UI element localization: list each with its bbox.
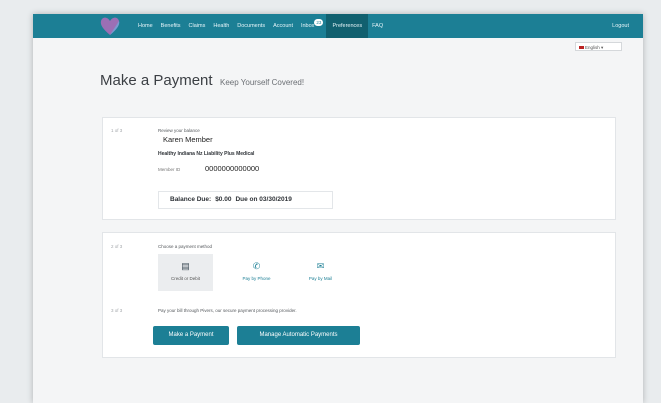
plan-name: Healthy Indiana Nz Liability Plus Medica… <box>158 151 255 157</box>
nav-home[interactable]: Home <box>134 23 157 29</box>
main-nav: Home Benefits Claims Health Documents Ac… <box>134 14 387 38</box>
method-label: Pay by Mail <box>308 276 333 281</box>
screenshot-frame: Home Benefits Claims Health Documents Ac… <box>0 0 661 403</box>
page-title-row: Make a Payment Keep Yourself Covered! <box>100 72 304 90</box>
method-credit-debit[interactable]: ▤ Credit or Debit <box>158 254 213 291</box>
method-phone[interactable]: ✆ Pay by Phone <box>229 254 284 291</box>
chevron-down-icon: ▾ <box>599 45 604 50</box>
nav-documents[interactable]: Documents <box>233 23 269 29</box>
method-mail[interactable]: ✉ Pay by Mail <box>293 254 348 291</box>
credit-card-icon: ▤ <box>181 261 190 271</box>
nav-inbox[interactable]: Inbox 23 <box>297 19 324 29</box>
phone-icon: ✆ <box>252 261 261 271</box>
make-payment-button[interactable]: Make a Payment <box>153 326 229 345</box>
nav-health[interactable]: Health <box>209 23 233 29</box>
step-prompt: Choose a payment method <box>158 244 213 249</box>
step-prompt: Pay your bill through Pivers, our secure… <box>158 308 297 313</box>
member-id-label: Member ID <box>158 167 181 172</box>
method-label: Credit or Debit <box>170 276 200 281</box>
logout-link[interactable]: Logout <box>612 14 629 38</box>
balance-label: Balance Due: <box>170 196 212 203</box>
balance-box: Balance Due: $0.00 Due on 03/30/2019 <box>158 191 333 209</box>
step-indicator: 2 of 3 <box>111 244 123 249</box>
browser-page: Home Benefits Claims Health Documents Ac… <box>33 14 643 403</box>
due-date: Due on 03/30/2019 <box>235 196 292 203</box>
language-selected: English <box>585 45 600 50</box>
balance-card: 1 of 3 Review your balance Karen Member … <box>102 117 616 220</box>
step-prompt: Review your balance <box>158 128 200 133</box>
top-navigation-bar: Home Benefits Claims Health Documents Ac… <box>33 14 643 38</box>
balance-line: Balance Due: $0.00 Due on 03/30/2019 <box>170 196 296 203</box>
step-indicator: 3 of 3 <box>111 308 123 313</box>
page-title: Make a Payment <box>100 72 213 89</box>
nav-account[interactable]: Account <box>269 23 297 29</box>
member-name: Karen Member <box>163 135 213 144</box>
nav-faq[interactable]: FAQ <box>368 23 387 29</box>
step-indicator: 1 of 3 <box>111 128 123 133</box>
nav-preferences[interactable]: Preferences <box>326 14 369 38</box>
page-subtitle: Keep Yourself Covered! <box>220 78 305 87</box>
member-id-value: 0000000000000 <box>205 164 260 173</box>
method-label: Pay by Phone <box>242 276 271 281</box>
nav-inbox-label: Inbox <box>300 23 315 29</box>
nav-claims[interactable]: Claims <box>185 23 210 29</box>
heart-logo-icon[interactable] <box>99 16 121 36</box>
inbox-count-badge: 23 <box>314 19 324 26</box>
mail-icon: ✉ <box>316 261 325 271</box>
payment-method-card: 2 of 3 Choose a payment method ▤ Credit … <box>102 232 616 358</box>
flag-icon <box>579 46 584 50</box>
language-select[interactable]: English ▾ <box>575 42 622 51</box>
nav-benefits[interactable]: Benefits <box>157 23 185 29</box>
manage-automatic-payments-button[interactable]: Manage Automatic Payments <box>237 326 360 345</box>
balance-amount: $0.00 <box>215 196 232 203</box>
